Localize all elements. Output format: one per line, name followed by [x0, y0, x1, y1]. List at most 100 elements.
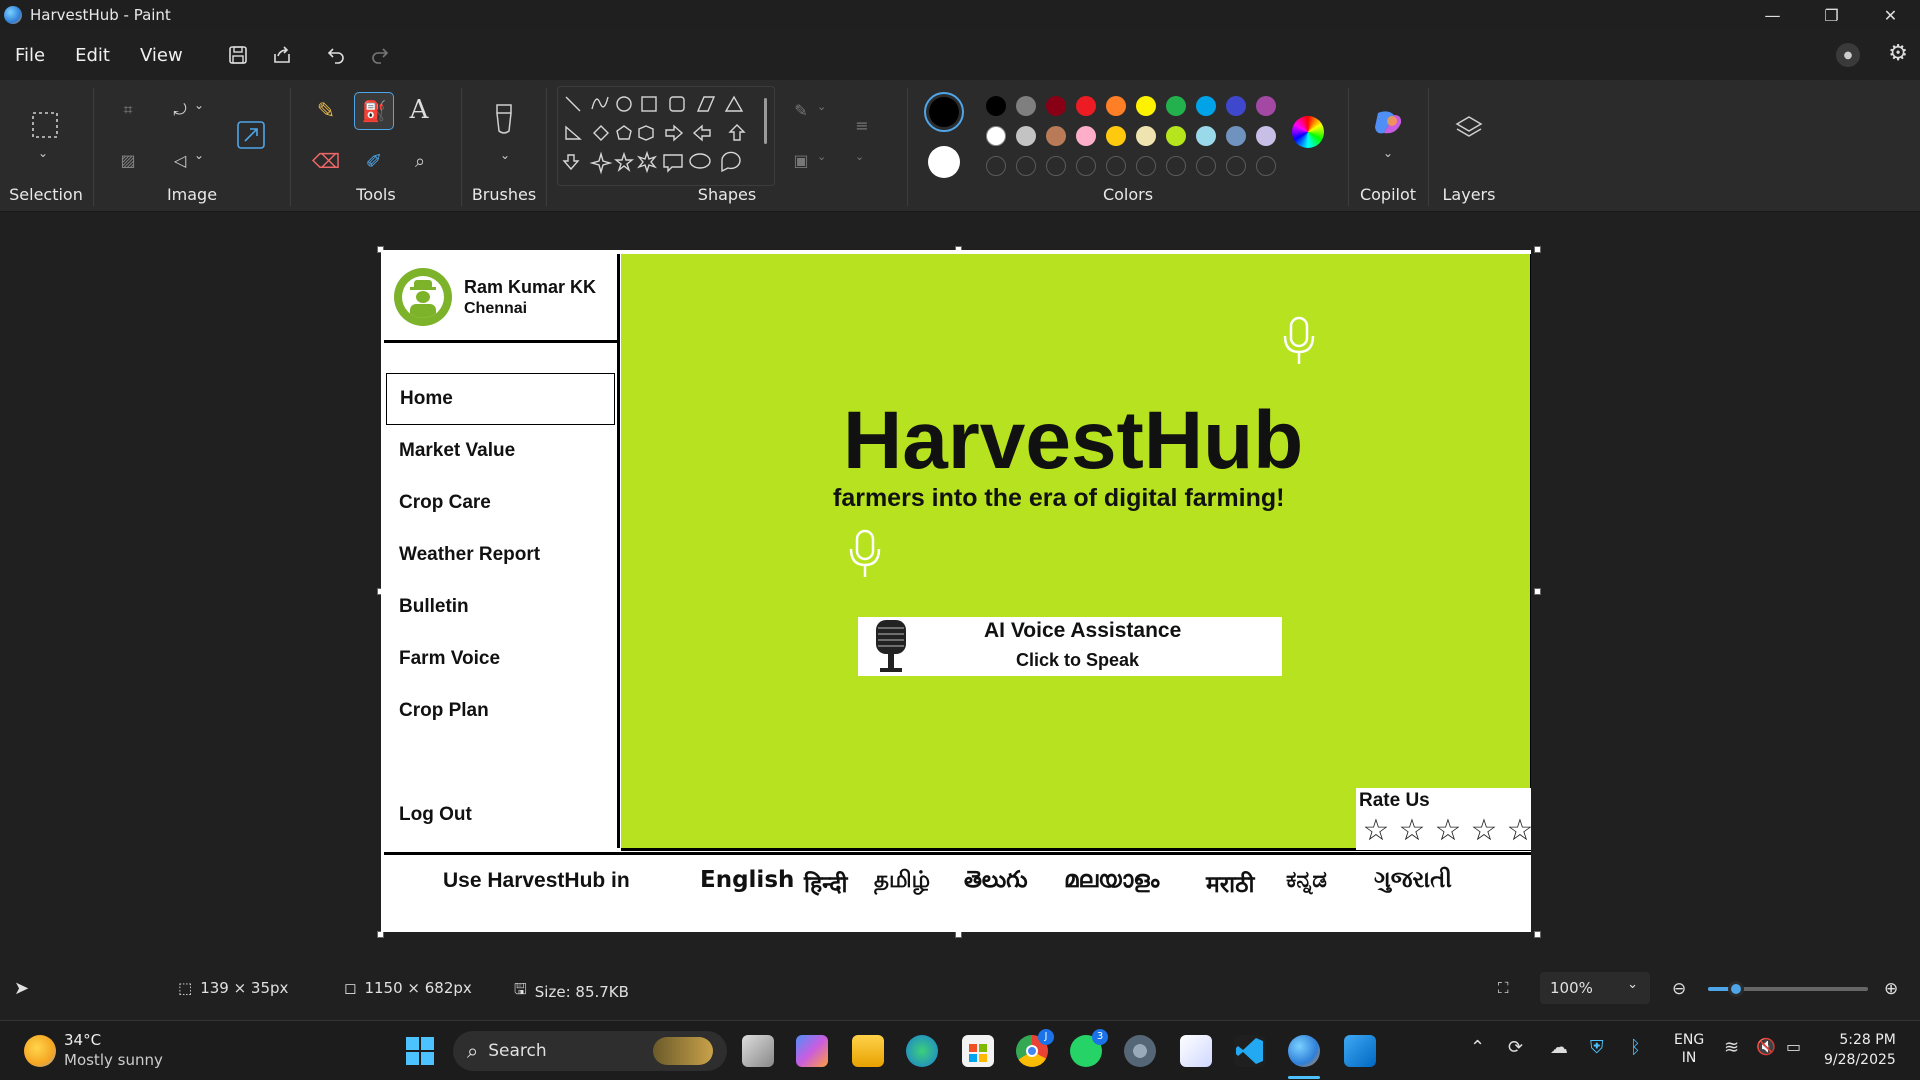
bluetooth-icon[interactable]: ᛒ: [1630, 1037, 1641, 1058]
security-shield-icon[interactable]: ⛨: [1590, 1037, 1604, 1058]
resize-handle[interactable]: [1534, 588, 1541, 595]
eraser-icon[interactable]: ⌫: [311, 146, 341, 176]
custom-color-slot[interactable]: [1196, 156, 1216, 176]
flip-icon[interactable]: ◁: [166, 146, 194, 174]
chevron-down-icon[interactable]: ⌄: [855, 150, 864, 163]
color-swatch[interactable]: [1256, 126, 1276, 146]
chevron-down-icon[interactable]: ⌄: [817, 150, 826, 163]
photos-icon[interactable]: [1344, 1035, 1376, 1067]
color-swatch[interactable]: [1226, 126, 1246, 146]
redo-icon[interactable]: [362, 37, 398, 73]
color-swatch[interactable]: [1136, 126, 1156, 146]
clock[interactable]: 5:28 PM 9/28/2025: [1824, 1030, 1896, 1070]
shapes-gallery[interactable]: [557, 86, 775, 186]
volume-muted-icon[interactable]: 🔇: [1756, 1037, 1776, 1056]
color-swatch[interactable]: [986, 126, 1006, 146]
copilot-icon[interactable]: [1371, 108, 1405, 138]
chevron-down-icon[interactable]: ⌄: [38, 146, 48, 160]
color-swatch[interactable]: [1106, 96, 1126, 116]
menu-view[interactable]: View: [125, 45, 198, 66]
shape-fill-icon[interactable]: ▣: [787, 148, 815, 172]
zoom-in-icon[interactable]: ⊕: [1884, 979, 1898, 999]
edit-colors-icon[interactable]: [1292, 116, 1324, 148]
selection-rect-icon[interactable]: [30, 110, 60, 140]
menu-edit[interactable]: Edit: [60, 45, 125, 66]
settings-gear-icon[interactable]: ⚙: [1888, 41, 1908, 66]
file-explorer-icon[interactable]: [852, 1035, 884, 1067]
battery-icon[interactable]: ▭: [1786, 1037, 1801, 1056]
restore-button[interactable]: ❐: [1802, 0, 1861, 30]
color-swatch[interactable]: [1166, 96, 1186, 116]
zoom-dropdown[interactable]: 100% ⌄: [1540, 972, 1650, 1004]
custom-color-slot[interactable]: [1256, 156, 1276, 176]
remove-background-icon[interactable]: ▨: [114, 146, 142, 174]
color-swatch[interactable]: [1046, 96, 1066, 116]
color-picker-icon[interactable]: ✐: [359, 146, 389, 176]
paint-taskbar-icon[interactable]: [1288, 1035, 1320, 1079]
custom-color-slot[interactable]: [1226, 156, 1246, 176]
wifi-icon[interactable]: ≋: [1724, 1037, 1739, 1058]
color-swatch[interactable]: [1076, 126, 1096, 146]
layers-icon[interactable]: [1453, 112, 1485, 144]
task-view-icon[interactable]: [742, 1035, 774, 1067]
resize-handle[interactable]: [377, 931, 384, 938]
zoom-slider-track[interactable]: [1708, 981, 1868, 997]
fit-to-window-icon[interactable]: ⛶: [1498, 979, 1509, 997]
zoom-slider-thumb[interactable]: [1728, 981, 1744, 997]
canvas-workspace[interactable]: Ram Kumar KK Chennai Home Market Value C…: [0, 213, 1920, 968]
color-swatch[interactable]: [986, 96, 1006, 116]
undo-icon[interactable]: [318, 37, 354, 73]
custom-color-slot[interactable]: [1106, 156, 1126, 176]
resize-image-icon[interactable]: [234, 118, 268, 152]
chevron-down-icon[interactable]: ⌄: [194, 98, 204, 112]
copilot-taskbar-icon[interactable]: [796, 1035, 828, 1067]
minimize-button[interactable]: —: [1743, 0, 1802, 30]
chevron-down-icon[interactable]: ⌄: [817, 100, 826, 113]
crop-icon[interactable]: ⌗: [114, 96, 142, 124]
account-icon[interactable]: ●: [1836, 43, 1860, 67]
color-swatch[interactable]: [1226, 96, 1246, 116]
resize-handle[interactable]: [1534, 246, 1541, 253]
whatsapp-icon[interactable]: 3: [1070, 1029, 1108, 1067]
chevron-down-icon[interactable]: ⌄: [1383, 146, 1393, 160]
onedrive-icon[interactable]: ☁: [1550, 1037, 1568, 1058]
custom-color-slot[interactable]: [1076, 156, 1096, 176]
custom-color-slot[interactable]: [1046, 156, 1066, 176]
input-language-indicator[interactable]: ENG IN: [1674, 1031, 1704, 1067]
color-swatch[interactable]: [1046, 126, 1066, 146]
zoom-out-icon[interactable]: ⊖: [1672, 979, 1686, 999]
notepad-icon[interactable]: [1180, 1035, 1212, 1067]
chevron-down-icon[interactable]: ⌄: [194, 148, 204, 162]
fill-bucket-icon[interactable]: ⛽: [354, 92, 394, 130]
pencil-icon[interactable]: ✎: [311, 96, 341, 126]
color-swatch[interactable]: [1166, 126, 1186, 146]
stroke-size-icon[interactable]: ≡: [847, 112, 877, 138]
secondary-color-slot[interactable]: [928, 146, 960, 178]
color-swatch[interactable]: [1196, 96, 1216, 116]
chrome-icon[interactable]: J: [1016, 1029, 1054, 1067]
color-swatch[interactable]: [1136, 96, 1156, 116]
custom-color-slot[interactable]: [1166, 156, 1186, 176]
resize-handle[interactable]: [1534, 931, 1541, 938]
shapes-scrollbar[interactable]: [764, 98, 767, 144]
color-swatch[interactable]: [1106, 126, 1126, 146]
chevron-up-icon[interactable]: ⌃: [1470, 1037, 1485, 1058]
color-swatch[interactable]: [1196, 126, 1216, 146]
color-swatch[interactable]: [1016, 126, 1036, 146]
resize-handle[interactable]: [955, 931, 962, 938]
shape-outline-icon[interactable]: ✎: [787, 98, 815, 122]
taskbar-search[interactable]: ⌕ Search: [453, 1031, 727, 1071]
color-swatch[interactable]: [1016, 96, 1036, 116]
color-swatch[interactable]: [1256, 96, 1276, 116]
custom-color-slot[interactable]: [1016, 156, 1036, 176]
close-button[interactable]: ✕: [1861, 0, 1920, 30]
paint-canvas[interactable]: Ram Kumar KK Chennai Home Market Value C…: [381, 250, 1531, 932]
vscode-icon[interactable]: [1234, 1035, 1266, 1067]
sync-icon[interactable]: ⟳: [1508, 1037, 1523, 1058]
primary-color-slot[interactable]: [924, 92, 964, 132]
text-tool-icon[interactable]: A: [403, 94, 435, 126]
edge-browser-icon[interactable]: [906, 1035, 938, 1067]
microsoft-store-icon[interactable]: [962, 1035, 994, 1067]
share-icon[interactable]: [264, 37, 300, 73]
chevron-down-icon[interactable]: ⌄: [500, 148, 510, 162]
